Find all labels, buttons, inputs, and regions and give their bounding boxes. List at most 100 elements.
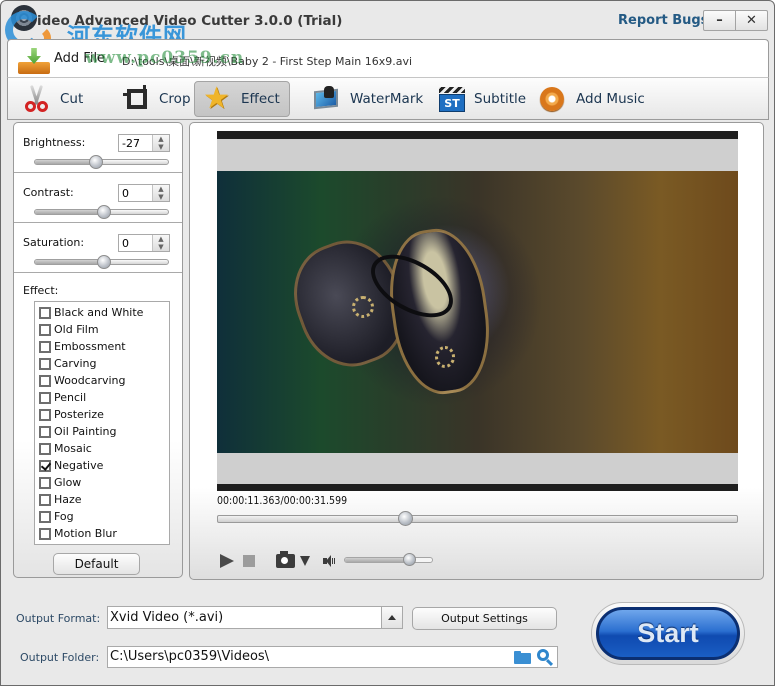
brightness-value[interactable]: -27 [119, 135, 152, 151]
effect-item[interactable]: Glow [35, 474, 169, 491]
checkbox[interactable] [39, 323, 51, 336]
window-controls: – ✕ [703, 10, 768, 31]
spin-down-icon[interactable]: ▼ [153, 193, 169, 201]
saturation-group: Saturation: 0 ▲ ▼ [14, 223, 182, 273]
checkbox[interactable] [39, 459, 51, 472]
effect-item[interactable]: Fog [35, 508, 169, 525]
snapshot-camera-icon[interactable] [276, 551, 295, 568]
effect-item-label: Fog [54, 510, 74, 523]
video-frame [217, 171, 738, 453]
effect-item[interactable]: Haze [35, 491, 169, 508]
star-icon: ★ [203, 81, 230, 116]
effect-item-label: Negative [54, 459, 104, 472]
checkbox[interactable] [39, 408, 51, 421]
checkbox[interactable] [39, 357, 51, 370]
output-format-value[interactable]: Xvid Video (*.avi) [110, 610, 223, 625]
tab-cut[interactable]: Cut [14, 81, 91, 117]
effect-item[interactable]: Negative [35, 457, 169, 474]
video-preview [217, 131, 738, 491]
saturation-value[interactable]: 0 [119, 235, 152, 251]
spin-down-icon[interactable]: ▼ [153, 143, 169, 151]
tab-watermark-label: WaterMark [350, 91, 424, 107]
seek-bar[interactable] [217, 511, 738, 526]
tab-subtitle-label: Subtitle [474, 91, 527, 107]
brightness-spinbox[interactable]: -27 ▲ ▼ [118, 134, 170, 152]
checkbox[interactable] [39, 374, 51, 387]
effect-list: Black and White Old Film Embossment Carving… [34, 301, 170, 545]
contrast-spinbox[interactable]: 0 ▲ ▼ [118, 184, 170, 202]
checkbox[interactable] [39, 527, 51, 540]
tab-watermark[interactable]: WaterMark [304, 81, 431, 117]
search-icon[interactable] [537, 649, 554, 667]
output-format-select[interactable]: Xvid Video (*.avi) [107, 606, 403, 629]
crop-icon [121, 85, 151, 113]
checkbox[interactable] [39, 425, 51, 438]
preview-panel: 00:00:11.363/00:00:31.599 [189, 122, 764, 580]
tab-effect[interactable]: ★ Effect [194, 81, 290, 117]
watermark-url: www.pc0359.cn [85, 48, 245, 68]
checkbox[interactable] [39, 340, 51, 353]
output-folder-input[interactable]: C:\Users\pc0359\Videos\ [107, 646, 558, 668]
effect-label: Effect: [23, 284, 59, 297]
add-file-icon[interactable] [18, 48, 50, 74]
checkbox[interactable] [39, 476, 51, 489]
contrast-value[interactable]: 0 [119, 185, 152, 201]
volume-speaker-icon[interactable] [323, 555, 335, 567]
spin-up-icon[interactable]: ▲ [153, 235, 169, 243]
effect-item[interactable]: Motion Blur [35, 525, 169, 542]
effect-item[interactable]: Black and White [35, 304, 169, 321]
close-button[interactable]: ✕ [735, 11, 767, 30]
volume-thumb[interactable] [402, 553, 416, 566]
brightness-label: Brightness: [23, 136, 86, 149]
start-button-label[interactable]: Start [596, 607, 740, 660]
spin-up-icon[interactable]: ▲ [153, 185, 169, 193]
slider-thumb[interactable] [97, 255, 112, 269]
output-folder-value[interactable]: C:\Users\pc0359\Videos\ [110, 649, 269, 664]
default-button[interactable]: Default [53, 553, 140, 575]
minimize-button[interactable]: – [704, 11, 735, 30]
checkbox[interactable] [39, 510, 51, 523]
checkbox[interactable] [39, 391, 51, 404]
tab-add-music[interactable]: Add Music [530, 81, 653, 117]
output-settings-button[interactable]: Output Settings [412, 607, 557, 630]
effect-item-label: Oil Painting [54, 425, 117, 438]
effect-item-label: Black and White [54, 306, 144, 319]
seek-thumb[interactable] [397, 511, 413, 526]
checkbox[interactable] [39, 493, 51, 506]
dropdown-arrow-icon[interactable] [381, 607, 402, 628]
checkbox[interactable] [39, 306, 51, 319]
tab-subtitle[interactable]: ST Subtitle [428, 81, 534, 117]
effect-item[interactable]: Embossment [35, 338, 169, 355]
tab-cut-label: Cut [60, 91, 84, 107]
effect-item[interactable]: Posterize [35, 406, 169, 423]
folder-icon[interactable] [514, 651, 531, 664]
snapshot-dropdown-icon[interactable] [300, 556, 310, 566]
effect-item-label: Carving [54, 357, 97, 370]
tab-crop[interactable]: Crop [113, 81, 199, 117]
effect-item[interactable]: Old Film [35, 321, 169, 338]
effect-item[interactable]: Carving [35, 355, 169, 372]
player-controls [217, 551, 467, 571]
spin-down-icon[interactable]: ▼ [153, 243, 169, 251]
slider-thumb[interactable] [89, 155, 104, 169]
effect-item-label: Motion Blur [54, 527, 117, 540]
checkbox[interactable] [39, 442, 51, 455]
effect-item[interactable]: Mosaic [35, 440, 169, 457]
slider-thumb[interactable] [97, 205, 112, 219]
spin-up-icon[interactable]: ▲ [153, 135, 169, 143]
stop-icon[interactable] [243, 555, 255, 567]
start-button[interactable]: Start [591, 602, 745, 665]
saturation-spinbox[interactable]: 0 ▲ ▼ [118, 234, 170, 252]
play-icon[interactable] [220, 554, 234, 568]
watermark-icon [312, 85, 342, 113]
contrast-slider[interactable] [34, 205, 169, 219]
report-bugs-link[interactable]: Report Bugs [618, 13, 708, 28]
effect-item[interactable]: Pencil [35, 389, 169, 406]
effect-item[interactable]: Woodcarving [35, 372, 169, 389]
timecode: 00:00:11.363/00:00:31.599 [217, 495, 347, 507]
effect-item-label: Pencil [54, 391, 87, 404]
volume-slider[interactable] [344, 553, 433, 566]
brightness-slider[interactable] [34, 155, 169, 169]
effect-item[interactable]: Oil Painting [35, 423, 169, 440]
saturation-slider[interactable] [34, 255, 169, 269]
